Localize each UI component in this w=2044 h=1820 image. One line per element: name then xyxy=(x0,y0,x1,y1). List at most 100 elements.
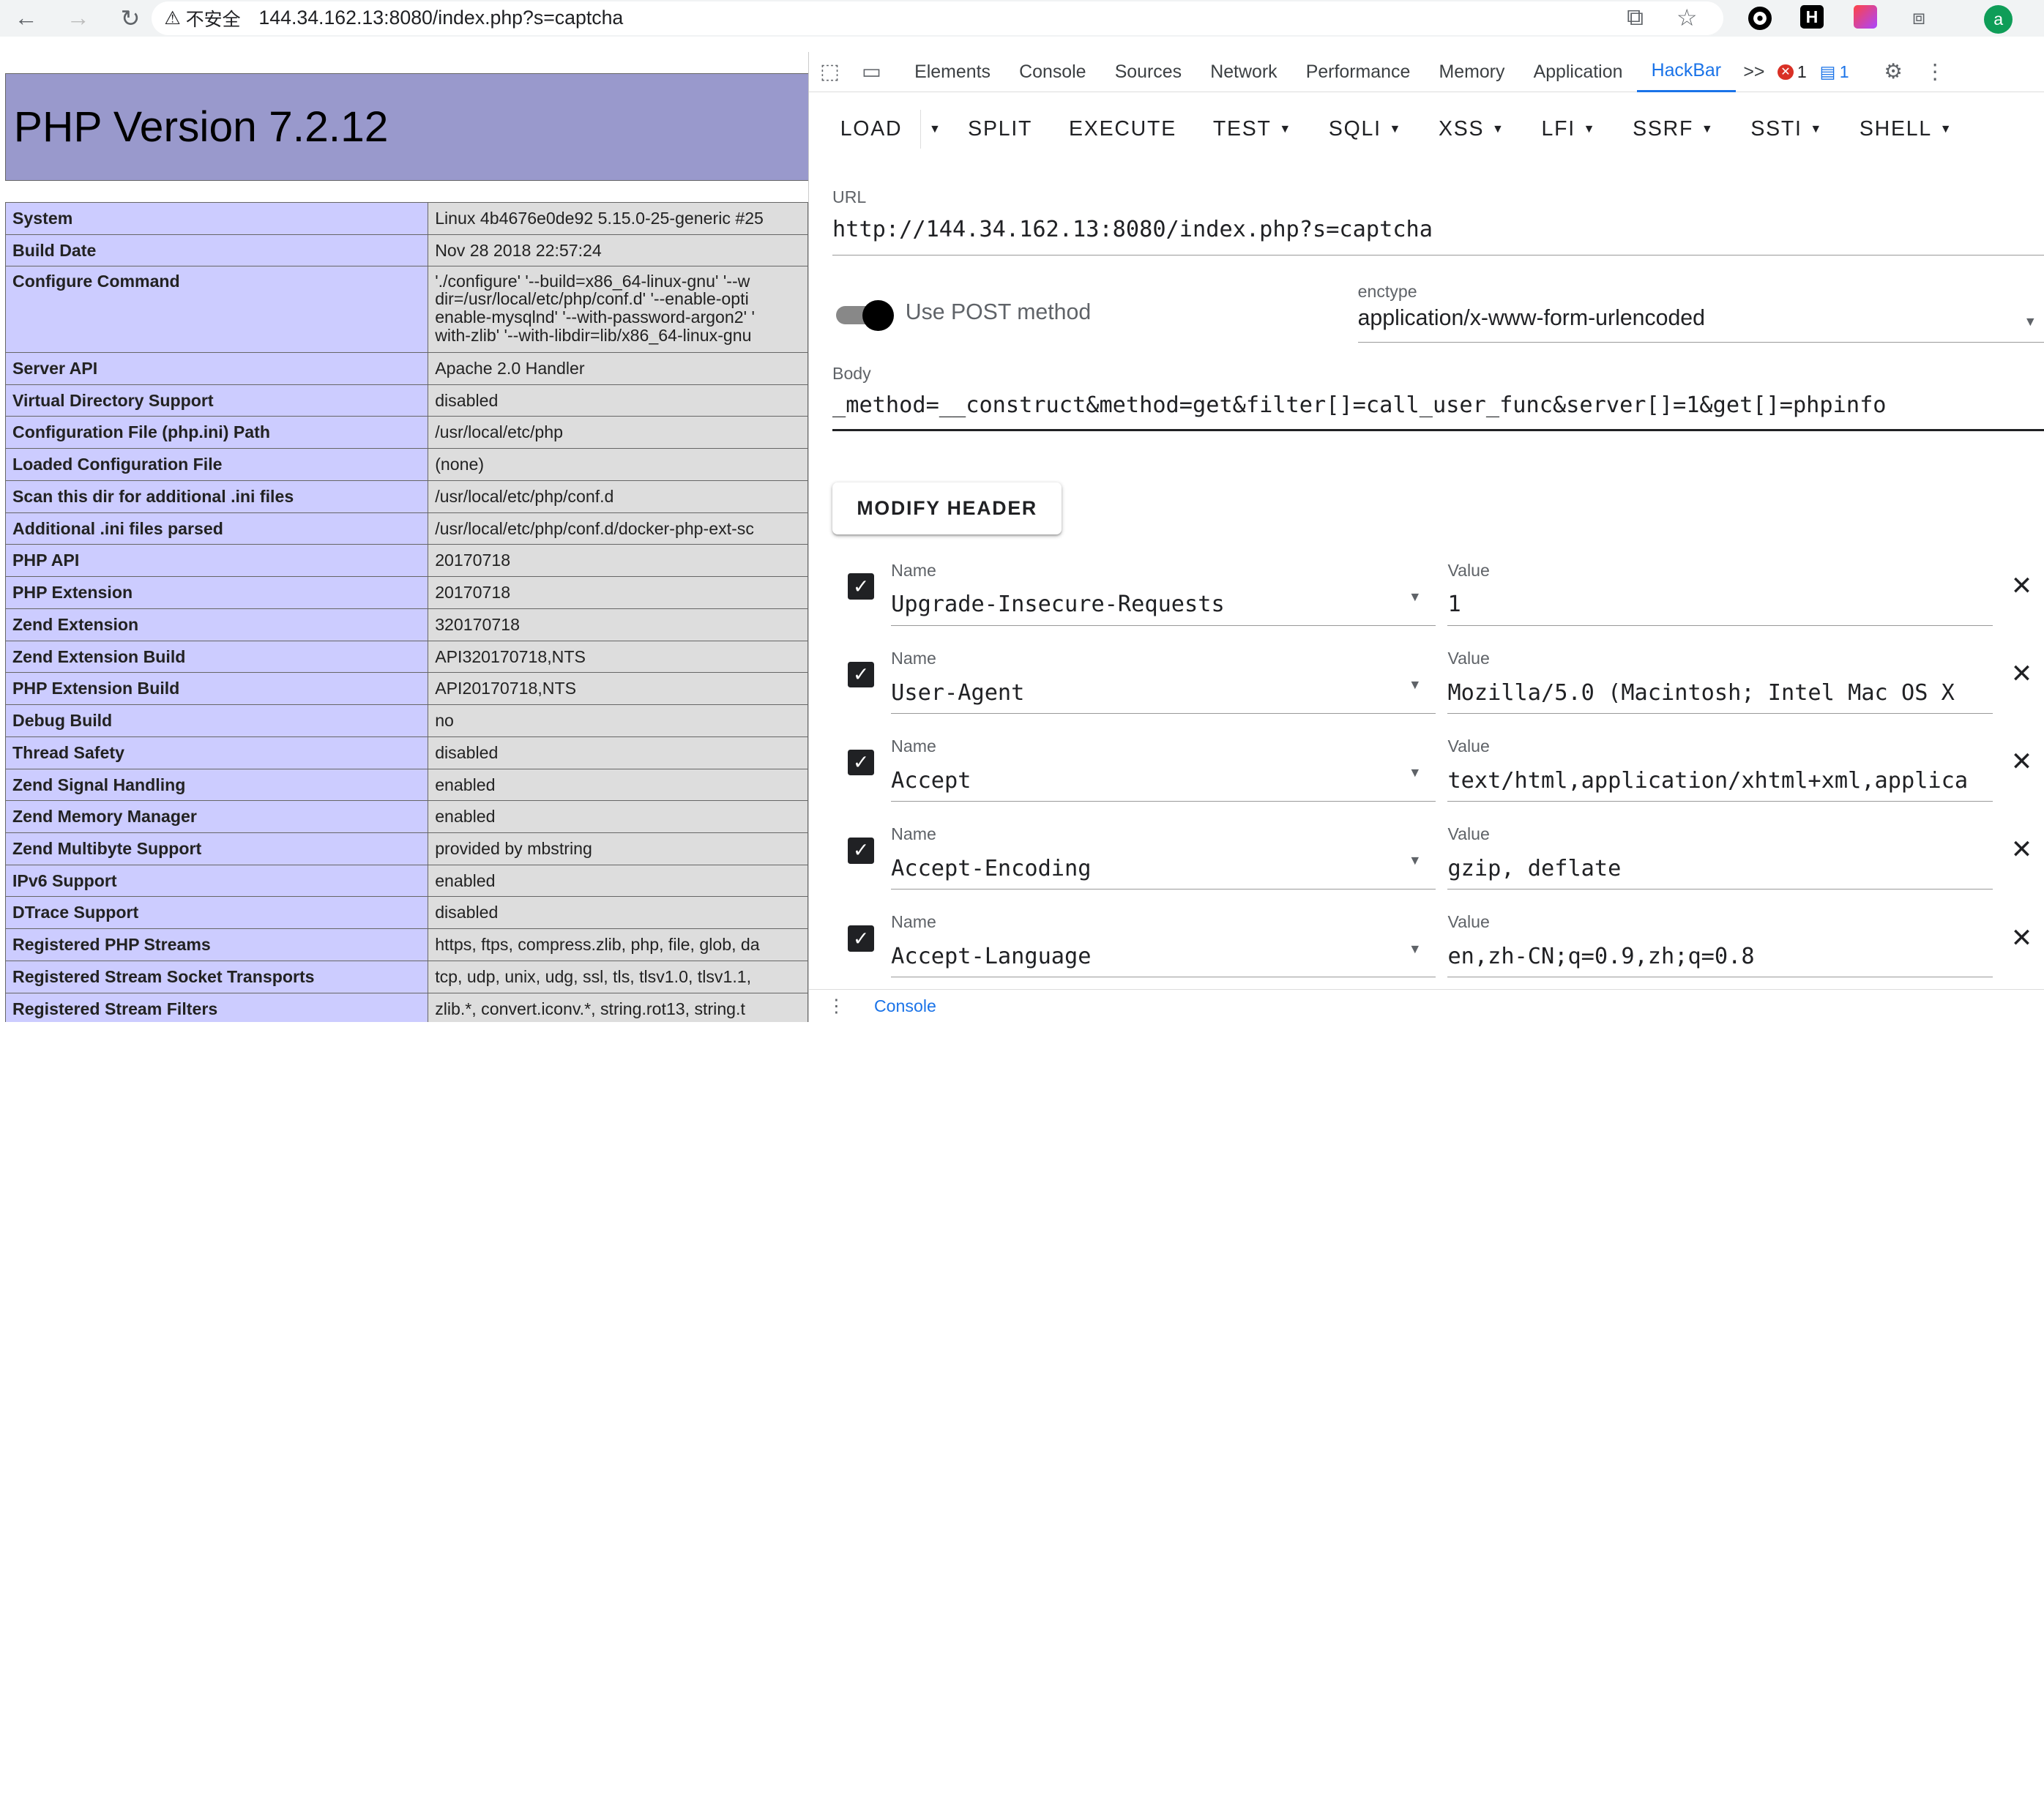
devtools-tab-console[interactable]: Console xyxy=(1005,52,1101,92)
header-value-input[interactable]: Mozilla/5.0 (Macintosh; Intel Mac OS X xyxy=(1447,680,1993,714)
caret-down-icon: ▼ xyxy=(1810,122,1824,135)
post-method-toggle[interactable] xyxy=(836,299,894,332)
php-info-value: API320170718,NTS xyxy=(428,640,808,674)
xss-button[interactable]: XSS ▼ xyxy=(1420,105,1523,152)
header-name-input[interactable]: Accept-Language xyxy=(891,944,1436,978)
test-button[interactable]: TEST ▼ xyxy=(1195,105,1310,152)
settings-gear-icon[interactable]: ⚙ xyxy=(1873,52,1914,92)
php-info-key: Server API xyxy=(5,351,429,385)
ssti-button[interactable]: SSTI ▼ xyxy=(1732,105,1841,152)
header-enabled-checkbox[interactable]: ✓ xyxy=(848,749,874,776)
load-button[interactable]: LOAD xyxy=(822,105,921,152)
header-value-input[interactable]: en,zh-CN;q=0.9,zh;q=0.8 xyxy=(1447,944,1993,978)
extension-color-icon[interactable] xyxy=(1854,5,1878,29)
header-value-label: Value xyxy=(1447,912,1490,932)
php-info-row: Scan this dir for additional .ini files /… xyxy=(5,480,808,513)
header-name-input[interactable]: Accept-Encoding xyxy=(891,856,1436,890)
php-info-value: provided by mbstring xyxy=(428,832,808,865)
remove-header-icon[interactable]: ✕ xyxy=(2011,923,2033,953)
hackbar-button-label: LOAD xyxy=(840,116,903,141)
remove-header-icon[interactable]: ✕ xyxy=(2011,571,2033,601)
reload-icon[interactable]: ↻ xyxy=(104,0,156,37)
modify-header-button[interactable]: MODIFY HEADER xyxy=(832,482,1062,534)
php-info-key: Build Date xyxy=(5,234,429,267)
header-value-input[interactable]: gzip, deflate xyxy=(1447,856,1993,890)
caret-down-icon: ▼ xyxy=(1701,122,1715,135)
header-enabled-checkbox[interactable]: ✓ xyxy=(848,925,874,952)
php-info-value: disabled xyxy=(428,384,808,417)
header-row: ✓ Name Accept-Encoding ▼ Value gzip, deflate ✕ xyxy=(809,814,2044,892)
header-enabled-checkbox[interactable]: ✓ xyxy=(848,573,874,600)
header-value-input[interactable]: 1 xyxy=(1447,592,1993,626)
header-enabled-checkbox[interactable]: ✓ xyxy=(848,838,874,864)
body-textarea[interactable]: _method=__construct&method=get&filter[]=… xyxy=(832,392,2044,432)
drawer-menu-icon[interactable]: ⋮ xyxy=(827,995,846,1017)
header-name-dropdown-icon[interactable]: ▼ xyxy=(1409,589,1422,605)
devtools-tab-hackbar[interactable]: HackBar xyxy=(1637,52,1736,92)
shell-button[interactable]: SHELL ▼ xyxy=(1841,105,1971,152)
php-info-row: Registered Stream Filters zlib.*, convert… xyxy=(5,992,808,1022)
header-enabled-checkbox[interactable]: ✓ xyxy=(848,661,874,688)
address-bar[interactable]: ⚠ 不安全 144.34.162.13:8080/index.php?s=cap… xyxy=(151,1,1723,36)
header-name-input[interactable]: Upgrade-Insecure-Requests xyxy=(891,592,1436,626)
lfi-button[interactable]: LFI ▼ xyxy=(1523,105,1615,152)
remove-header-icon[interactable]: ✕ xyxy=(2011,659,2033,689)
header-name-dropdown-icon[interactable]: ▼ xyxy=(1409,941,1422,957)
back-icon[interactable]: ← xyxy=(0,0,52,37)
php-info-value: /usr/local/etc/php/conf.d/docker-php-ext… xyxy=(428,512,808,545)
enctype-dropdown-icon[interactable]: ▼ xyxy=(2024,314,2037,329)
php-info-value: Nov 28 2018 22:57:24 xyxy=(428,234,808,267)
enctype-select[interactable]: application/x-www-form-urlencoded xyxy=(1357,306,2044,343)
php-info-key: Zend Extension xyxy=(5,608,429,641)
devtools-tab-network[interactable]: Network xyxy=(1196,52,1292,92)
php-info-row: Zend Multibyte Support provided by mbstri… xyxy=(5,832,808,865)
execute-button[interactable]: EXECUTE xyxy=(1051,105,1195,152)
inspect-element-icon[interactable]: ⬚ xyxy=(809,52,851,92)
enctype-label: enctype xyxy=(1357,281,1417,301)
header-value-input[interactable]: text/html,application/xhtml+xml,applica xyxy=(1447,768,1993,802)
devtools-tab-sources[interactable]: Sources xyxy=(1100,52,1196,92)
php-info-value: 320170718 xyxy=(428,608,808,641)
forward-icon[interactable]: → xyxy=(52,0,104,37)
php-info-value: /usr/local/etc/php xyxy=(428,416,808,450)
url-input[interactable]: http://144.34.162.13:8080/index.php?s=ca… xyxy=(832,217,2044,256)
caret-down-icon: ▼ xyxy=(1279,122,1293,135)
php-info-value: no xyxy=(428,704,808,737)
php-info-key: Registered Stream Socket Transports xyxy=(5,960,429,993)
header-name-input[interactable]: User-Agent xyxy=(891,680,1436,714)
header-name-dropdown-icon[interactable]: ▼ xyxy=(1409,765,1422,780)
drawer-tab-console[interactable]: Console xyxy=(874,996,936,1016)
load-dropdown-button[interactable]: ▼ xyxy=(920,109,950,149)
more-tabs-button[interactable]: >> xyxy=(1736,52,1772,92)
translate-icon[interactable]: ⧉ xyxy=(1627,4,1644,31)
message-badge[interactable]: ▤ 1 xyxy=(1820,62,1849,82)
hackbar-button-label: TEST xyxy=(1212,116,1272,141)
header-row: ✓ Name User-Agent ▼ Value Mozilla/5.0 (Macint… xyxy=(809,638,2044,717)
remove-header-icon[interactable]: ✕ xyxy=(2011,747,2033,777)
header-name-label: Name xyxy=(891,560,936,580)
php-info-key: System xyxy=(5,201,429,235)
caret-down-icon: ▼ xyxy=(928,122,942,135)
address-url[interactable]: 144.34.162.13:8080/index.php?s=captcha xyxy=(258,7,623,29)
ssrf-button[interactable]: SSRF ▼ xyxy=(1614,105,1732,152)
extension-circle-icon[interactable] xyxy=(1747,5,1773,31)
header-name-dropdown-icon[interactable]: ▼ xyxy=(1409,677,1422,693)
error-badge[interactable]: ✕ 1 xyxy=(1778,62,1807,82)
split-button[interactable]: SPLIT xyxy=(950,105,1051,152)
extensions-puzzle-icon[interactable]: ⧈ xyxy=(1906,5,1932,31)
remove-header-icon[interactable]: ✕ xyxy=(2011,835,2033,865)
header-name-dropdown-icon[interactable]: ▼ xyxy=(1409,853,1422,868)
profile-avatar[interactable]: a xyxy=(1984,5,2013,34)
php-info-value: disabled xyxy=(428,736,808,769)
extension-h-icon[interactable]: H xyxy=(1800,5,1824,29)
sqli-button[interactable]: SQLI ▼ xyxy=(1310,105,1420,152)
header-name-input[interactable]: Accept xyxy=(891,768,1436,802)
device-toolbar-icon[interactable]: ▭ xyxy=(851,52,892,92)
header-value-label: Value xyxy=(1447,736,1490,756)
kebab-menu-icon[interactable]: ⋮ xyxy=(1914,52,1956,92)
bookmark-star-icon[interactable]: ☆ xyxy=(1676,4,1698,31)
devtools-tab-performance[interactable]: Performance xyxy=(1291,52,1425,92)
devtools-tab-elements[interactable]: Elements xyxy=(900,52,1005,92)
devtools-tab-memory[interactable]: Memory xyxy=(1425,52,1519,92)
devtools-tab-application[interactable]: Application xyxy=(1519,52,1637,92)
